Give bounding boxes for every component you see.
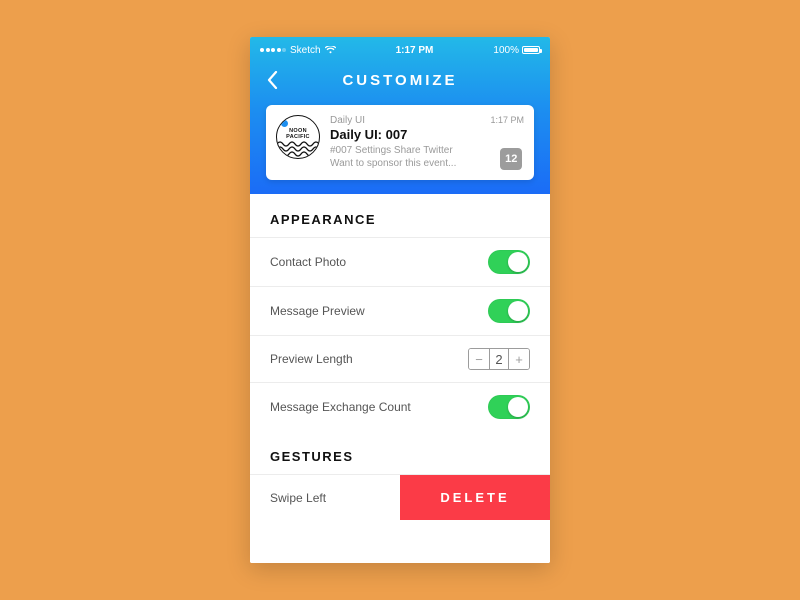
row-contact-photo: Contact Photo [250, 237, 550, 286]
avatar-badge-icon [281, 120, 288, 127]
card-time: 1:17 PM [490, 115, 524, 125]
phone-frame: Sketch 1:17 PM 100% CUSTOMIZE NOON [250, 37, 550, 563]
card-sender: Daily UI [330, 115, 365, 126]
status-bar: Sketch 1:17 PM 100% [260, 43, 540, 57]
carrier-label: Sketch [290, 45, 321, 56]
avatar: NOON PACIFIC [276, 115, 320, 159]
label-message-preview: Message Preview [270, 304, 365, 318]
stepper-value: 2 [489, 349, 509, 369]
chevron-left-icon [267, 71, 278, 89]
battery-label: 100% [493, 45, 519, 56]
row-message-preview: Message Preview [250, 286, 550, 335]
battery-icon [522, 46, 540, 54]
section-appearance-title: APPEARANCE [250, 194, 550, 237]
card-preview-line2: Want to sponsor this event... [330, 157, 480, 170]
status-time: 1:17 PM [336, 45, 494, 56]
stepper-preview-length: − 2 + [468, 348, 530, 370]
toggle-message-exchange[interactable] [488, 395, 530, 419]
card-preview-line1: #007 Settings Share Twitter [330, 144, 480, 157]
toggle-contact-photo[interactable] [488, 250, 530, 274]
label-preview-length: Preview Length [270, 352, 353, 366]
label-message-exchange: Message Exchange Count [270, 400, 411, 414]
page-title: CUSTOMIZE [260, 72, 540, 89]
exchange-count-badge: 12 [500, 148, 522, 170]
row-message-exchange: Message Exchange Count [250, 382, 550, 431]
stepper-plus-button[interactable]: + [509, 349, 529, 369]
signal-dots-icon [260, 48, 286, 52]
waves-icon [277, 140, 320, 158]
back-button[interactable] [260, 67, 284, 93]
content: APPEARANCE Contact Photo Message Preview… [250, 194, 550, 563]
wifi-icon [325, 46, 336, 54]
toggle-message-preview[interactable] [488, 299, 530, 323]
stepper-minus-button[interactable]: − [469, 349, 489, 369]
nav-bar: CUSTOMIZE [260, 67, 540, 93]
preview-card: NOON PACIFIC Daily UI Daily UI: 007 #007… [266, 105, 534, 180]
section-gestures-title: GESTURES [250, 431, 550, 474]
row-swipe-left: Swipe Left DELETE [250, 474, 550, 520]
delete-button[interactable]: DELETE [400, 475, 550, 520]
label-swipe-left: Swipe Left [250, 475, 400, 520]
label-contact-photo: Contact Photo [270, 255, 346, 269]
card-subject: Daily UI: 007 [330, 127, 480, 142]
header: Sketch 1:17 PM 100% CUSTOMIZE NOON [250, 37, 550, 194]
row-preview-length: Preview Length − 2 + [250, 335, 550, 382]
